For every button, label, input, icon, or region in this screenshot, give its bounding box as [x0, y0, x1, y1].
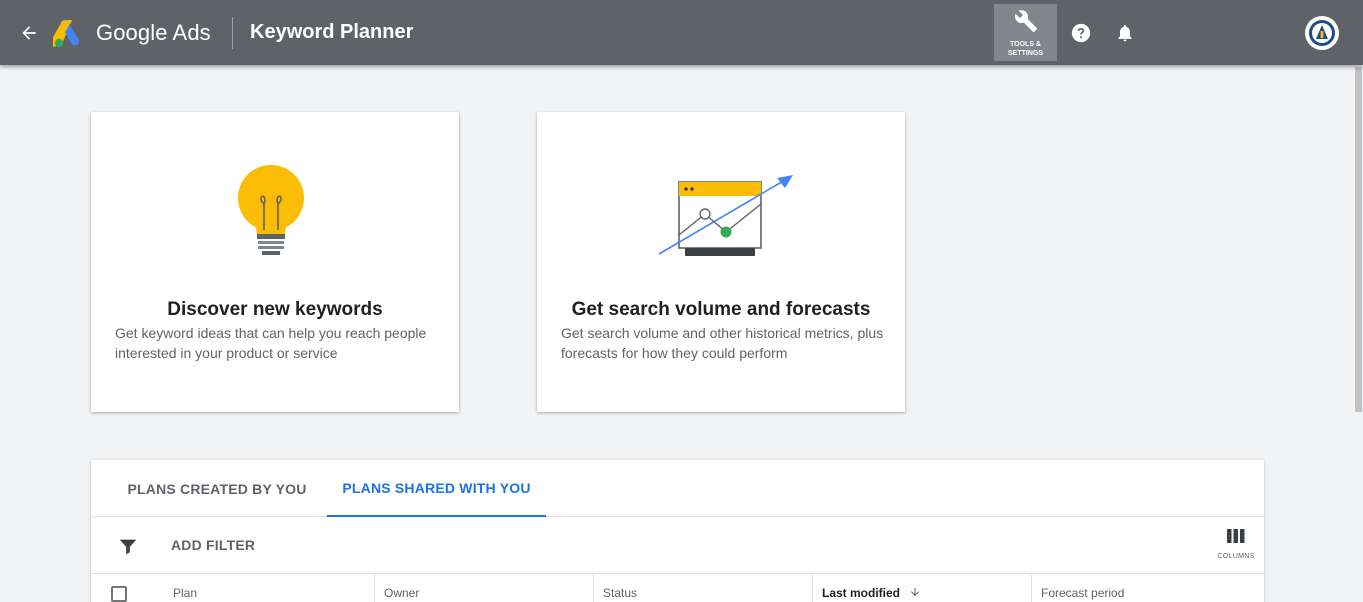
wrench-icon	[1014, 9, 1038, 38]
card-title: Discover new keywords	[167, 299, 383, 320]
tools-settings-label: TOOLS & SETTINGS	[1007, 41, 1043, 57]
top-app-bar: Google Ads Keyword Planner TOOLS & SETTI…	[0, 0, 1363, 65]
account-avatar[interactable]	[1305, 16, 1339, 50]
table-header-row: Plan Owner Status Last modified Forecast…	[91, 574, 1264, 602]
header-divider	[232, 17, 233, 49]
card-title: Get search volume and forecasts	[571, 299, 871, 320]
discover-keywords-card[interactable]: Discover new keywords Get keyword ideas …	[91, 112, 459, 412]
column-header-last-modified[interactable]: Last modified	[812, 574, 1031, 602]
tab-plans-created-by-you[interactable]: PLANS CREATED BY YOU	[115, 460, 319, 517]
back-arrow-icon[interactable]	[14, 18, 44, 48]
card-description: Get search volume and other historical m…	[561, 325, 884, 361]
google-ads-logo-icon[interactable]	[50, 18, 85, 48]
select-all-cell	[91, 574, 161, 602]
column-header-plan[interactable]: Plan	[161, 574, 374, 602]
column-header-status[interactable]: Status	[593, 574, 812, 602]
select-all-checkbox[interactable]	[111, 586, 127, 602]
sort-down-arrow-icon	[909, 586, 921, 601]
columns-button[interactable]: COLUMNS	[1211, 529, 1261, 565]
tab-plans-shared-with-you[interactable]: PLANS SHARED WITH YOU	[327, 460, 546, 517]
search-volume-forecasts-card[interactable]: Get search volume and forecasts Get sear…	[537, 112, 905, 412]
product-name: Google Ads	[96, 20, 211, 45]
page-scrollbar[interactable]	[1353, 65, 1363, 602]
scrollbar-thumb[interactable]	[1355, 67, 1362, 412]
notifications-bell-icon[interactable]	[1112, 20, 1138, 46]
plans-panel: PLANS CREATED BY YOU PLANS SHARED WITH Y…	[91, 460, 1264, 602]
chart-trend-icon	[655, 172, 797, 262]
plans-tabs: PLANS CREATED BY YOU PLANS SHARED WITH Y…	[91, 460, 1264, 517]
lightbulb-icon	[237, 164, 313, 260]
page-title: Keyword Planner	[250, 21, 414, 43]
tools-settings-button[interactable]: TOOLS & SETTINGS	[994, 4, 1057, 61]
add-filter-button[interactable]: ADD FILTER	[171, 537, 255, 553]
column-header-owner[interactable]: Owner	[374, 574, 593, 602]
columns-icon	[1227, 529, 1245, 548]
column-header-forecast-period[interactable]: Forecast period	[1031, 574, 1264, 602]
card-description: Get keyword ideas that can help you reac…	[115, 325, 427, 361]
column-header-last-modified-label: Last modified	[822, 586, 901, 600]
filter-icon[interactable]	[117, 535, 139, 557]
columns-label: COLUMNS	[1217, 553, 1255, 560]
filter-toolbar: ADD FILTER COLUMNS	[91, 517, 1264, 574]
help-icon[interactable]	[1068, 20, 1094, 46]
